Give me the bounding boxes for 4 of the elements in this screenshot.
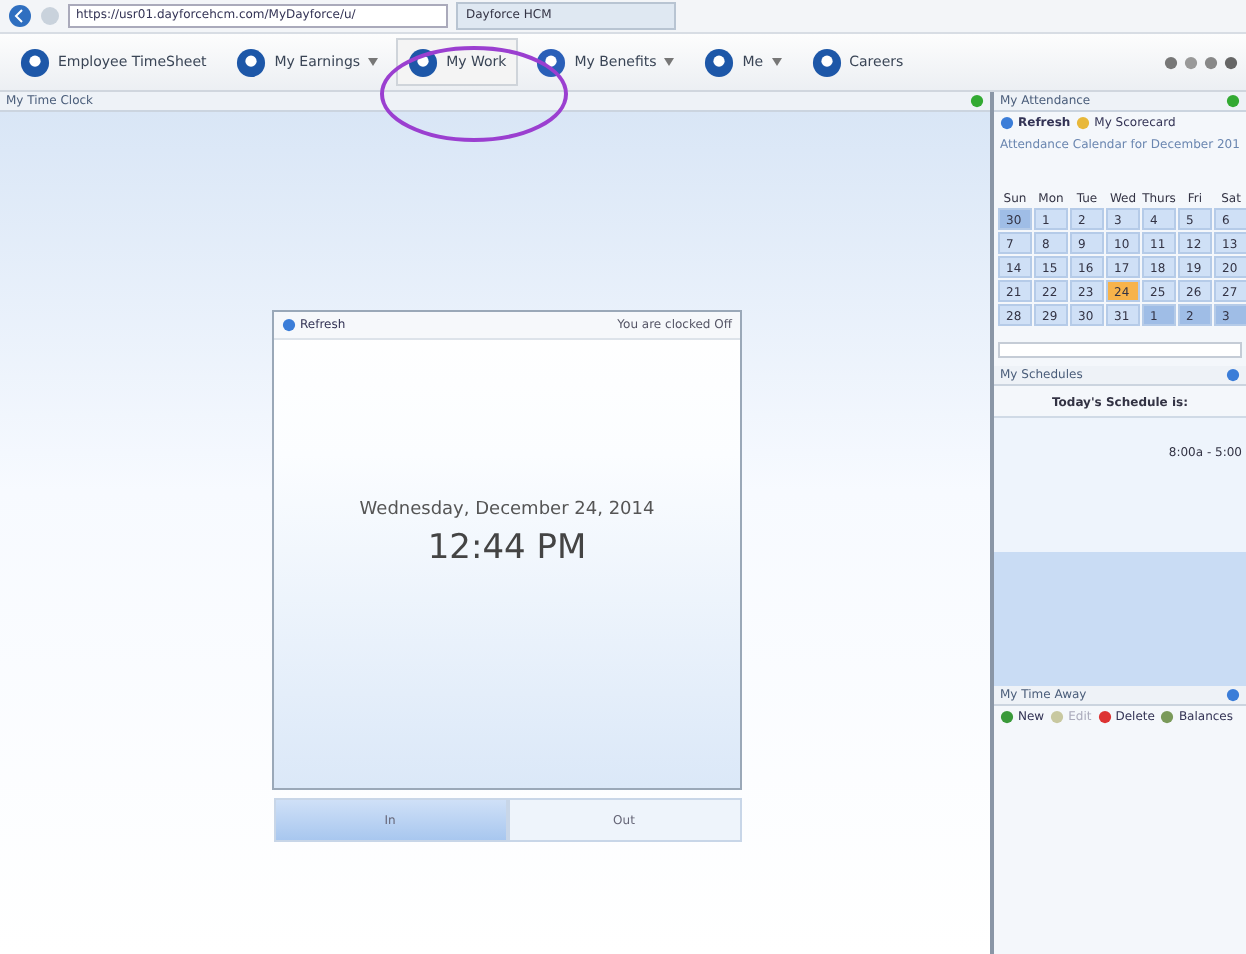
time-text: 12:44 PM xyxy=(427,528,587,568)
back-icon[interactable] xyxy=(8,4,32,28)
scrollbar[interactable] xyxy=(998,342,1242,358)
date-text: Wednesday, December 24, 2014 xyxy=(359,500,655,520)
